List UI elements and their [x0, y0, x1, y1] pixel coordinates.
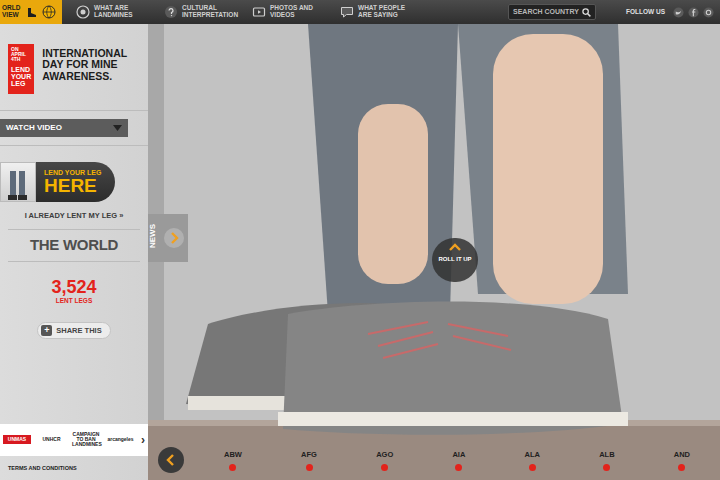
divider — [8, 229, 140, 230]
nav-label[interactable]: CULTURAL INTERPRETATION — [182, 5, 240, 19]
country-code[interactable]: ALB — [599, 449, 614, 460]
lend-label[interactable]: LEND YOUR LEG — [44, 169, 101, 176]
logo-name: LEND YOUR LEG — [11, 66, 31, 87]
campaign-title: INTERNATIONAL DAY FOR MINE AWARENESS. — [42, 44, 140, 82]
search-box[interactable] — [508, 4, 596, 20]
chevron-right-icon[interactable] — [164, 228, 184, 248]
partner-logo[interactable]: arcangeles — [107, 437, 135, 442]
already-lent-link[interactable]: I ALREADY LENT MY LEG » — [0, 210, 148, 221]
nav-label[interactable]: PHOTOS AND VIDEOS — [270, 5, 328, 19]
follow-label: FOLLOW US — [626, 7, 665, 17]
country-marker[interactable]: ALB — [599, 449, 614, 471]
timeline-back-button[interactable] — [158, 447, 184, 473]
top-bar: ORLD VIEW WHAT ARE LANDMINES CULTURAL INT… — [0, 0, 720, 24]
world-view-label[interactable]: ORLD VIEW — [2, 5, 22, 19]
nav-item[interactable]: CULTURAL INTERPRETATION — [158, 5, 246, 19]
country-list: ABW AFG AGO AIA ALA ALB AND — [184, 449, 720, 471]
facebook-icon[interactable] — [688, 7, 699, 18]
country-code[interactable]: ALA — [525, 449, 540, 460]
leg-count-label: LENT LEGS — [56, 296, 92, 306]
sidebar: ON APRIL 4TH LEND YOUR LEG INTERNATIONAL… — [0, 24, 148, 480]
country-code[interactable]: AFG — [301, 449, 317, 460]
nav-label[interactable]: WHAT PEOPLE ARE SAYING — [358, 5, 416, 19]
lend-here[interactable]: HERE — [44, 176, 101, 195]
roll-label[interactable]: ROLL IT UP — [438, 255, 471, 264]
caret-icon[interactable] — [113, 125, 122, 131]
partner-logo[interactable]: UNMAS — [3, 435, 31, 444]
country-dot[interactable] — [529, 464, 536, 471]
shoe-icon — [26, 6, 38, 18]
country-dot[interactable] — [229, 464, 236, 471]
chevron-left-icon[interactable] — [166, 454, 176, 466]
main-nav: WHAT ARE LANDMINES CULTURAL INTERPRETATIO… — [62, 5, 422, 19]
nav-item[interactable]: WHAT ARE LANDMINES — [70, 5, 158, 19]
nav-item[interactable]: WHAT PEOPLE ARE SAYING — [334, 5, 422, 19]
news-label[interactable]: NEWS — [148, 233, 159, 243]
country-marker[interactable]: AGO — [376, 449, 393, 471]
nav-label[interactable]: WHAT ARE LANDMINES — [94, 5, 152, 19]
country-marker[interactable]: AFG — [301, 449, 317, 471]
news-tab[interactable]: NEWS — [148, 214, 188, 262]
country-code[interactable]: AND — [674, 449, 690, 460]
roll-it-up-button[interactable]: ROLL IT UP — [432, 238, 478, 282]
region-name: THE WORLD — [0, 234, 148, 257]
divider — [0, 145, 148, 146]
target-icon[interactable] — [76, 5, 90, 19]
legs-thumbnail — [0, 162, 36, 202]
leg-count: 3,524 — [51, 278, 96, 296]
country-dot[interactable] — [381, 464, 388, 471]
country-code[interactable]: AIA — [452, 449, 465, 460]
partner-logo[interactable]: CAMPAIGN TO BAN LANDMINES — [72, 432, 100, 448]
world-view-tab[interactable]: ORLD VIEW — [0, 0, 62, 24]
speech-bubble-icon[interactable] — [340, 5, 354, 19]
country-marker[interactable]: ABW — [224, 449, 242, 471]
google-icon[interactable] — [703, 7, 714, 18]
partner-logos: UNMAS UNHCR CAMPAIGN TO BAN LANDMINES arcan… — [0, 424, 148, 456]
country-dot[interactable] — [455, 464, 462, 471]
country-marker[interactable]: AIA — [452, 449, 465, 471]
country-marker[interactable]: ALA — [525, 449, 540, 471]
country-code[interactable]: AGO — [376, 449, 393, 460]
logo-date: ON APRIL 4TH — [11, 47, 31, 62]
nav-item[interactable]: PHOTOS AND VIDEOS — [246, 5, 334, 19]
watch-video-label[interactable]: WATCH VIDEO — [6, 122, 62, 134]
lend-leg-button[interactable]: LEND YOUR LEG HERE — [0, 162, 148, 202]
share-button[interactable]: + SHARE THIS — [37, 322, 110, 339]
plus-icon[interactable]: + — [41, 325, 52, 336]
campaign-header: ON APRIL 4TH LEND YOUR LEG INTERNATIONAL… — [0, 44, 148, 94]
chevron-up-icon[interactable] — [448, 242, 462, 251]
partner-logo[interactable]: UNHCR — [38, 437, 66, 442]
country-timeline: ABW AFG AGO AIA ALA ALB AND — [158, 444, 720, 476]
globe-icon — [42, 5, 56, 19]
campaign-logo[interactable]: ON APRIL 4TH LEND YOUR LEG — [8, 44, 34, 94]
twitter-icon[interactable] — [673, 7, 684, 18]
main-stage: NEWS ROLL IT UP ABW AFG AGO AIA ALA ALB AND — [148, 24, 720, 480]
watch-video-dropdown[interactable]: WATCH VIDEO — [0, 119, 128, 137]
country-marker[interactable]: AND — [674, 449, 690, 471]
search-icon[interactable] — [582, 8, 591, 17]
partners-next-button[interactable]: › — [141, 431, 145, 449]
divider — [8, 261, 140, 262]
question-icon[interactable] — [164, 5, 178, 19]
film-icon[interactable] — [252, 5, 266, 19]
terms-link[interactable]: TERMS AND CONDITIONS — [0, 456, 148, 480]
country-code[interactable]: ABW — [224, 449, 242, 460]
follow-us: FOLLOW US — [596, 7, 720, 18]
country-dot[interactable] — [678, 464, 685, 471]
country-dot[interactable] — [306, 464, 313, 471]
search-input[interactable] — [513, 7, 579, 18]
country-dot[interactable] — [603, 464, 610, 471]
divider — [0, 110, 148, 111]
leg-counter: 3,524 LENT LEGS — [0, 278, 148, 306]
share-label[interactable]: SHARE THIS — [56, 325, 101, 336]
